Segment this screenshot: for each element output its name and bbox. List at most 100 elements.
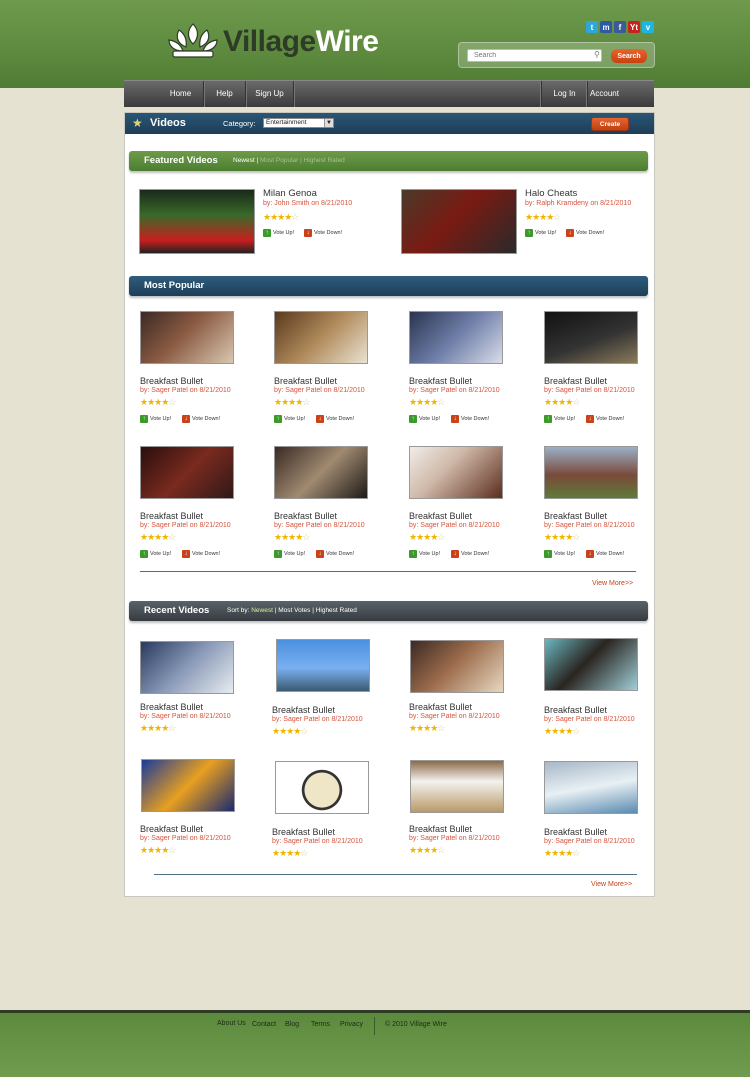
vote-down-label: Vote Down! bbox=[192, 416, 221, 422]
video-thumbnail[interactable] bbox=[275, 761, 369, 814]
video-thumbnail[interactable] bbox=[274, 446, 368, 499]
vote-down-button[interactable]: ↓ Vote Down! bbox=[586, 550, 624, 558]
vote-up-button[interactable]: ↑ Vote Up! bbox=[140, 415, 171, 423]
search-input[interactable] bbox=[467, 49, 602, 62]
video-thumbnail[interactable] bbox=[140, 446, 234, 499]
filter-newest[interactable]: Newest bbox=[233, 157, 255, 164]
featured-thumbnail[interactable] bbox=[401, 189, 517, 254]
create-button[interactable]: Create bbox=[591, 117, 629, 131]
site-logo[interactable]: VillageWire bbox=[165, 20, 390, 64]
vote-down-button[interactable]: ↓ Vote Down! bbox=[586, 415, 624, 423]
footer-contact-link[interactable]: Contact bbox=[252, 1021, 276, 1028]
video-thumbnail[interactable] bbox=[276, 639, 370, 692]
vote-up-button[interactable]: ↑ Vote Up! bbox=[409, 415, 440, 423]
video-thumbnail[interactable] bbox=[544, 446, 638, 499]
video-thumbnail[interactable] bbox=[141, 759, 235, 812]
footer-blog-link[interactable]: Blog bbox=[285, 1021, 299, 1028]
video-title[interactable]: Breakfast Bullet bbox=[409, 511, 472, 521]
vote-up-button[interactable]: ↑ Vote Up! bbox=[263, 229, 294, 237]
vote-down-button[interactable]: ↓ Vote Down! bbox=[451, 415, 489, 423]
vote-down-button[interactable]: ↓ Vote Down! bbox=[566, 229, 604, 237]
facebook-icon[interactable]: f bbox=[614, 21, 626, 33]
rating-stars: ★★★★☆ bbox=[544, 532, 580, 542]
video-title[interactable]: Breakfast Bullet bbox=[140, 376, 203, 386]
footer-terms-link[interactable]: Terms bbox=[311, 1021, 330, 1028]
sort-newest[interactable]: Newest bbox=[251, 607, 273, 614]
nav-home[interactable]: Home bbox=[158, 81, 204, 107]
video-title[interactable]: Milan Genoa bbox=[263, 188, 317, 199]
vote-up-button[interactable]: ↑ Vote Up! bbox=[274, 415, 305, 423]
rating-stars: ★★★★☆ bbox=[544, 726, 580, 736]
video-thumbnail[interactable] bbox=[410, 640, 504, 693]
video-title[interactable]: Breakfast Bullet bbox=[272, 705, 335, 715]
video-title[interactable]: Breakfast Bullet bbox=[140, 702, 203, 712]
popular-view-more-link[interactable]: View More>> bbox=[592, 580, 633, 587]
vote-up-button[interactable]: ↑ Vote Up! bbox=[140, 550, 171, 558]
video-title[interactable]: Breakfast Bullet bbox=[409, 376, 472, 386]
category-select[interactable]: Entertainment ▼ bbox=[263, 118, 334, 128]
vote-up-button[interactable]: ↑ Vote Up! bbox=[544, 415, 575, 423]
vote-up-label: Vote Up! bbox=[284, 551, 306, 557]
search-button[interactable]: Search bbox=[611, 49, 647, 63]
main-panel: ★ Videos Category: Entertainment ▼ Create… bbox=[124, 112, 655, 897]
video-title[interactable]: Breakfast Bullet bbox=[274, 511, 337, 521]
vote-up-button[interactable]: ↑ Vote Up! bbox=[544, 550, 575, 558]
vote-down-label: Vote Down! bbox=[326, 416, 355, 422]
video-title[interactable]: Breakfast Bullet bbox=[274, 376, 337, 386]
search-icon[interactable]: ⚲ bbox=[594, 50, 600, 59]
footer-about-link[interactable]: About Us bbox=[217, 1020, 246, 1027]
vote-down-button[interactable]: ↓ Vote Down! bbox=[304, 229, 342, 237]
video-thumbnail[interactable] bbox=[544, 638, 638, 691]
nav-account[interactable]: Account bbox=[587, 81, 621, 107]
twitter-icon[interactable]: t bbox=[586, 21, 598, 33]
myspace-icon[interactable]: m bbox=[600, 21, 612, 33]
video-title[interactable]: Breakfast Bullet bbox=[544, 376, 607, 386]
vote-down-button[interactable]: ↓ Vote Down! bbox=[182, 415, 220, 423]
vote-down-button[interactable]: ↓ Vote Down! bbox=[316, 550, 354, 558]
video-thumbnail[interactable] bbox=[544, 761, 638, 814]
vimeo-icon[interactable]: v bbox=[642, 21, 654, 33]
video-thumbnail[interactable] bbox=[140, 641, 234, 694]
video-title[interactable]: Breakfast Bullet bbox=[140, 511, 203, 521]
video-author: by: Sager Patel on 8/21/2010 bbox=[140, 835, 231, 842]
footer-privacy-link[interactable]: Privacy bbox=[340, 1021, 363, 1028]
filter-highest-rated[interactable]: Highest Rated bbox=[304, 157, 345, 164]
video-title[interactable]: Breakfast Bullet bbox=[140, 824, 203, 834]
vote-down-button[interactable]: ↓ Vote Down! bbox=[182, 550, 220, 558]
nav-log-in[interactable]: Log In bbox=[541, 81, 587, 107]
nav-sign-up[interactable]: Sign Up bbox=[246, 81, 294, 107]
featured-thumbnail[interactable] bbox=[139, 189, 255, 254]
video-thumbnail[interactable] bbox=[544, 311, 638, 364]
nav-help[interactable]: Help bbox=[204, 81, 246, 107]
video-thumbnail[interactable] bbox=[140, 311, 234, 364]
video-title[interactable]: Breakfast Bullet bbox=[272, 827, 335, 837]
video-thumbnail[interactable] bbox=[409, 446, 503, 499]
rating-stars: ★★★★☆ bbox=[525, 212, 561, 222]
featured-title: Featured Videos bbox=[144, 155, 218, 166]
video-title[interactable]: Breakfast Bullet bbox=[409, 824, 472, 834]
video-author: by: Sager Patel on 8/21/2010 bbox=[272, 716, 363, 723]
sort-highest-rated[interactable]: Highest Rated bbox=[316, 607, 357, 614]
vote-up-button[interactable]: ↑ Vote Up! bbox=[409, 550, 440, 558]
video-title[interactable]: Breakfast Bullet bbox=[544, 511, 607, 521]
video-thumbnail[interactable] bbox=[274, 311, 368, 364]
vote-down-button[interactable]: ↓ Vote Down! bbox=[316, 415, 354, 423]
vote-down-button[interactable]: ↓ Vote Down! bbox=[451, 550, 489, 558]
filter-most-popular[interactable]: Most Popular bbox=[260, 157, 298, 164]
arrow-down-icon: ↓ bbox=[304, 229, 312, 237]
arrow-up-icon: ↑ bbox=[274, 550, 282, 558]
vote-up-label: Vote Up! bbox=[535, 230, 557, 236]
vote-up-button[interactable]: ↑ Vote Up! bbox=[274, 550, 305, 558]
page-title: Videos bbox=[150, 117, 186, 129]
vote-up-button[interactable]: ↑ Vote Up! bbox=[525, 229, 556, 237]
video-title[interactable]: Breakfast Bullet bbox=[544, 827, 607, 837]
recent-view-more-link[interactable]: View More>> bbox=[591, 881, 632, 888]
video-title[interactable]: Breakfast Bullet bbox=[409, 702, 472, 712]
video-thumbnail[interactable] bbox=[410, 760, 504, 813]
video-title[interactable]: Halo Cheats bbox=[525, 188, 577, 199]
video-author: by: Sager Patel on 8/21/2010 bbox=[409, 522, 500, 529]
video-thumbnail[interactable] bbox=[409, 311, 503, 364]
sort-most-votes[interactable]: Most Votes bbox=[278, 607, 310, 614]
youtube-icon[interactable]: Yt bbox=[628, 21, 640, 33]
video-title[interactable]: Breakfast Bullet bbox=[544, 705, 607, 715]
